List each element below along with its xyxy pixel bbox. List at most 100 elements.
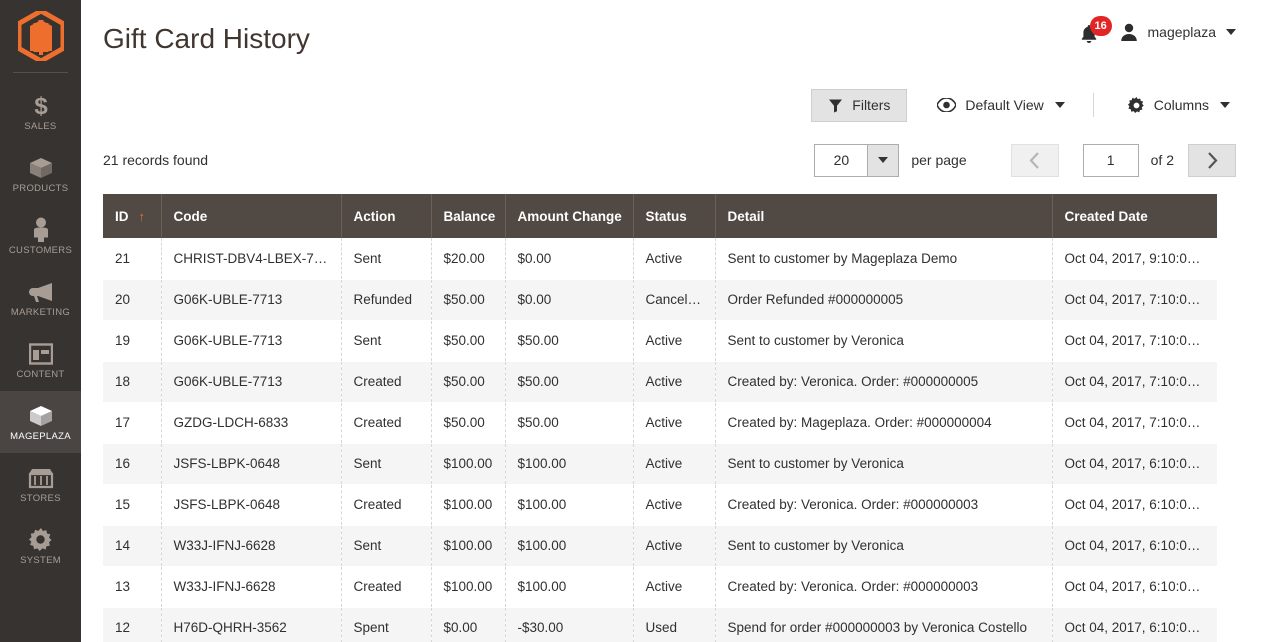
- gear-icon: [28, 526, 53, 554]
- previous-page-button[interactable]: [1010, 143, 1059, 177]
- sidebar-item-customers[interactable]: CUSTOMERS: [0, 205, 81, 267]
- cell-code: GZDG-LDCH-6833: [161, 402, 342, 444]
- filters-button[interactable]: Filters: [811, 88, 908, 122]
- cell-action: Sent: [341, 443, 432, 485]
- per-page-value: 20: [833, 152, 850, 168]
- sidebar-item-system[interactable]: SYSTEM: [0, 515, 81, 577]
- records-found-label: 21 records found: [103, 152, 209, 168]
- table-row[interactable]: 21 CHRIST-DBV4-LBEX-7778 Sent $20.00 $0.00 Ac…: [103, 238, 1217, 280]
- column-header-status[interactable]: Status: [633, 194, 716, 238]
- column-header-label: Status: [645, 208, 687, 224]
- column-header-amount[interactable]: Amount Change: [505, 194, 634, 238]
- sidebar: $ SALES PRODUCTS CUSTOMERS MARKETING CONTENT M…: [0, 0, 81, 642]
- column-header-label: Created Date: [1064, 208, 1148, 224]
- table-row[interactable]: 20 G06K-UBLE-7713 Refunded $50.00 $0.00 Cance…: [103, 279, 1217, 321]
- cell-balance: $100.00: [431, 566, 506, 608]
- column-header-label: Action: [353, 208, 396, 224]
- sidebar-item-label: SYSTEM: [20, 555, 61, 567]
- table-row[interactable]: 12 H76D-QHRH-3562 Spent $0.00 -$30.00 Used Spe…: [103, 607, 1217, 642]
- table-row[interactable]: 15 JSFS-LBPK-0648 Created $100.00 $100.00 Act…: [103, 484, 1217, 526]
- sidebar-item-label: MAGEPLAZA: [10, 431, 71, 443]
- cell-code: W33J-IFNJ-6628: [161, 525, 342, 567]
- cell-amount: $100.00: [505, 484, 634, 526]
- cell-status: Active: [633, 320, 716, 362]
- table-header: ID ↑ Code Action Balance Amount Change Status D…: [103, 194, 1217, 238]
- cell-action: Sent: [341, 320, 432, 362]
- page-number-input[interactable]: [1082, 143, 1139, 177]
- user-menu[interactable]: mageplaza: [1118, 21, 1236, 43]
- funnel-icon: [829, 99, 843, 112]
- cell-amount: $50.00: [505, 320, 634, 362]
- chevron-down-icon: [1054, 102, 1065, 108]
- table-row[interactable]: 18 G06K-UBLE-7713 Created $50.00 $50.00 Activ…: [103, 361, 1217, 403]
- cell-id: 16: [103, 443, 162, 485]
- grid-actions-toolbar: Filters Default View Columns: [103, 82, 1236, 128]
- cell-date: Oct 04, 2017, 6:10:00 AM: [1052, 443, 1217, 485]
- default-view-button[interactable]: Default View: [931, 89, 1070, 122]
- table-row[interactable]: 13 W33J-IFNJ-6628 Created $100.00 $100.00 Act…: [103, 566, 1217, 608]
- sidebar-item-products[interactable]: PRODUCTS: [0, 143, 81, 205]
- cell-detail: Created by: Veronica. Order: #000000005: [715, 361, 1053, 403]
- cell-id: 18: [103, 361, 162, 403]
- column-header-label: ID: [115, 208, 129, 224]
- column-header-label: Amount Change: [517, 208, 622, 224]
- column-header-label: Code: [173, 208, 208, 224]
- cell-code: W33J-IFNJ-6628: [161, 566, 342, 608]
- sidebar-item-marketing[interactable]: MARKETING: [0, 267, 81, 329]
- user-name: mageplaza: [1147, 24, 1217, 40]
- cell-detail: Sent to customer by Veronica: [715, 525, 1053, 567]
- sidebar-item-sales[interactable]: $ SALES: [0, 81, 81, 143]
- gear-icon: [1127, 96, 1144, 113]
- column-header-balance[interactable]: Balance: [431, 194, 506, 238]
- table-row[interactable]: 17 GZDG-LDCH-6833 Created $50.00 $50.00 Activ…: [103, 402, 1217, 444]
- sidebar-item-label: MARKETING: [10, 307, 71, 319]
- cell-action: Created: [341, 566, 432, 608]
- filters-label: Filters: [852, 97, 891, 113]
- cell-balance: $100.00: [431, 484, 506, 526]
- column-header-date[interactable]: Created Date: [1052, 194, 1217, 238]
- magento-logo[interactable]: [0, 0, 81, 72]
- chevron-right-icon: [1207, 151, 1218, 169]
- cell-code: G06K-UBLE-7713: [161, 320, 342, 362]
- cell-id: 12: [103, 607, 162, 642]
- sidebar-item-mageplaza[interactable]: MAGEPLAZA: [0, 391, 81, 453]
- notifications-button[interactable]: 16: [1078, 16, 1112, 46]
- data-table: ID ↑ Code Action Balance Amount Change Status D…: [103, 194, 1217, 642]
- cell-action: Created: [341, 402, 432, 444]
- magento-logo-icon: [17, 11, 64, 61]
- cell-date: Oct 04, 2017, 6:10:00 AM: [1052, 525, 1217, 567]
- cell-action: Created: [341, 484, 432, 526]
- sidebar-item-content[interactable]: CONTENT: [0, 329, 81, 391]
- gift-card-history-grid: ID ↑ Code Action Balance Amount Change Status D…: [103, 194, 1236, 642]
- box-icon: [28, 154, 54, 182]
- cell-date: Oct 04, 2017, 7:10:00 AM: [1052, 402, 1217, 444]
- column-header-action[interactable]: Action: [341, 194, 432, 238]
- column-header-code[interactable]: Code: [161, 194, 342, 238]
- table-row[interactable]: 14 W33J-IFNJ-6628 Sent $100.00 $100.00 Active…: [103, 525, 1217, 567]
- cell-status: Active: [633, 566, 716, 608]
- column-header-detail[interactable]: Detail: [715, 194, 1053, 238]
- table-body: 21 CHRIST-DBV4-LBEX-7778 Sent $20.00 $0.00 Ac…: [103, 238, 1217, 642]
- cell-action: Created: [341, 361, 432, 403]
- table-row[interactable]: 19 G06K-UBLE-7713 Sent $50.00 $50.00 Active Se…: [103, 320, 1217, 362]
- box-icon: [28, 402, 54, 430]
- cell-id: 15: [103, 484, 162, 526]
- cell-date: Oct 04, 2017, 6:10:00 AM: [1052, 607, 1217, 642]
- per-page-label: per page: [911, 152, 967, 168]
- cell-amount: $50.00: [505, 361, 634, 403]
- per-page-select[interactable]: 20: [814, 143, 900, 177]
- cell-id: 13: [103, 566, 162, 608]
- next-page-button[interactable]: [1188, 143, 1236, 177]
- cell-status: Active: [633, 484, 716, 526]
- cell-action: Refunded: [341, 279, 432, 321]
- user-avatar-icon: [1120, 23, 1137, 41]
- column-header-id[interactable]: ID ↑: [103, 194, 162, 238]
- table-row[interactable]: 16 JSFS-LBPK-0648 Sent $100.00 $100.00 Active…: [103, 443, 1217, 485]
- cell-balance: $50.00: [431, 361, 506, 403]
- pagination-controls: 20 per page of 2: [814, 143, 1236, 177]
- cell-code: JSFS-LBPK-0648: [161, 443, 342, 485]
- cell-status: Active: [633, 402, 716, 444]
- sidebar-item-stores[interactable]: STORES: [0, 453, 81, 515]
- cell-status: Active: [633, 525, 716, 567]
- columns-button[interactable]: Columns: [1122, 89, 1236, 122]
